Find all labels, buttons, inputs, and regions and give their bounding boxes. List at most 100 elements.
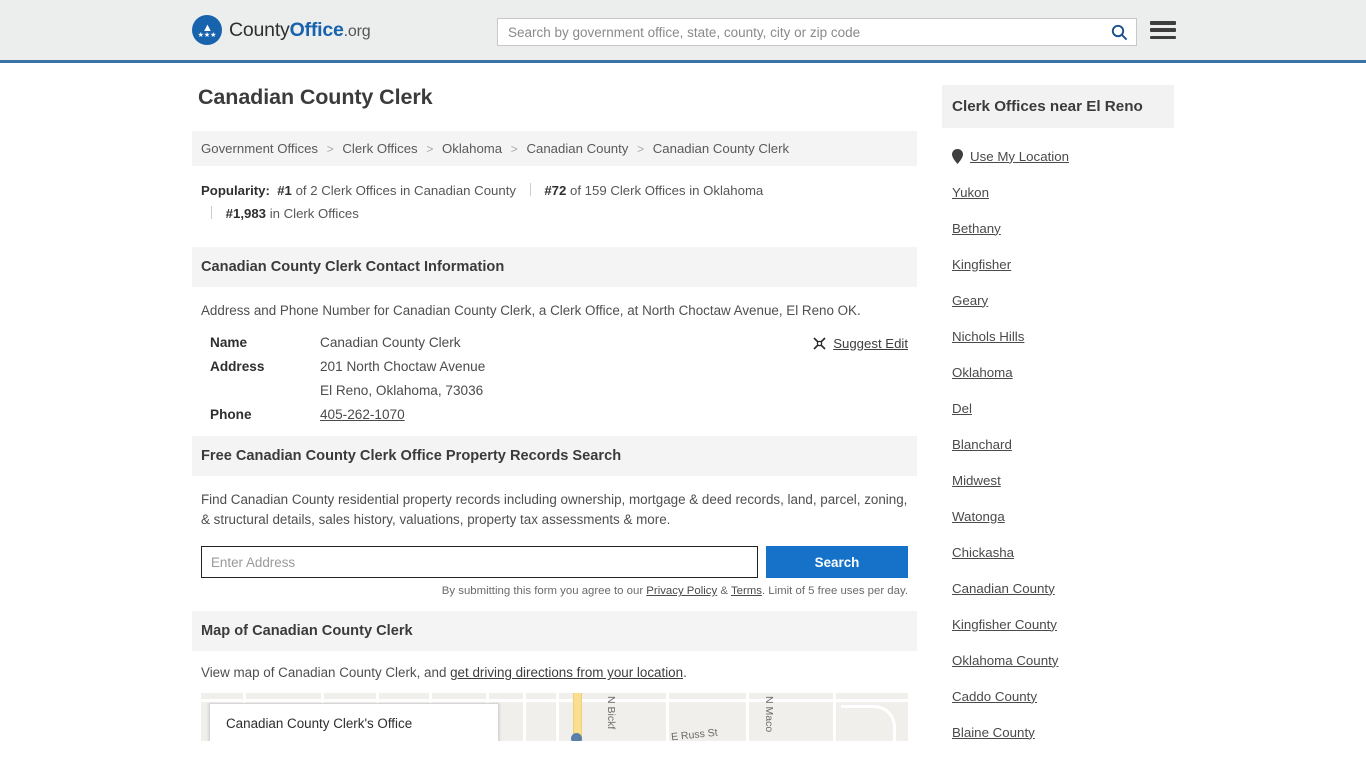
sidebar-item-blaine-county[interactable]: Blaine County (952, 714, 1174, 750)
global-search-bar[interactable] (497, 18, 1137, 46)
address-input[interactable] (201, 546, 758, 578)
sidebar-item-yukon[interactable]: Yukon (952, 174, 1174, 210)
contact-label-name: Name (210, 335, 248, 350)
contact-label-address: Address (210, 359, 265, 374)
breadcrumb-item-2[interactable]: Oklahoma (442, 141, 502, 156)
sidebar-item-watonga[interactable]: Watonga (952, 498, 1174, 534)
sidebar-link[interactable]: Oklahoma County (952, 653, 1058, 668)
terms-link[interactable]: Terms (731, 585, 762, 597)
sidebar-link[interactable]: Yukon (952, 185, 989, 200)
privacy-policy-link[interactable]: Privacy Policy (646, 585, 717, 597)
disclaimer-text-post: . Limit of 5 free uses per day. (761, 585, 908, 597)
disclaimer-amp: & (717, 585, 731, 597)
sidebar-link[interactable]: Chickasha (952, 545, 1014, 560)
map-section-heading: Map of Canadian County Clerk (192, 611, 917, 651)
logo-text-office: Office (289, 18, 344, 41)
map-section-body: View map of Canadian County Clerk, and g… (192, 651, 917, 680)
breadcrumb-item-0[interactable]: Government Offices (201, 141, 318, 156)
sidebar-list: Use My Location Yukon Bethany Kingfisher… (942, 128, 1174, 750)
map-section-description: View map of Canadian County Clerk, and g… (201, 665, 908, 680)
contact-section-description: Address and Phone Number for Canadian Co… (201, 303, 861, 318)
sidebar-link[interactable]: Geary (952, 293, 988, 308)
popularity-rank-0: #1 (277, 183, 292, 198)
sidebar-item-geary[interactable]: Geary (952, 282, 1174, 318)
map-road-curve (841, 705, 896, 741)
breadcrumb-item-3[interactable]: Canadian County (526, 141, 628, 156)
logo-text-org: .org (343, 22, 371, 40)
sidebar-link[interactable]: Oklahoma (952, 365, 1013, 380)
popularity-label: Popularity: (201, 183, 270, 198)
logo-text: CountyOffice.org (229, 18, 371, 42)
map-road (523, 693, 526, 741)
popularity-text-2: in Clerk Offices (269, 206, 359, 221)
sidebar-item-del[interactable]: Del (952, 390, 1174, 426)
property-section-heading: Free Canadian County Clerk Office Proper… (192, 436, 917, 476)
sidebar-item-caddo-county[interactable]: Caddo County (952, 678, 1174, 714)
site-header: ▲ ★★★ CountyOffice.org (0, 0, 1366, 63)
property-section-body: Find Canadian County residential propert… (192, 476, 917, 530)
popularity-item-1: #72 of 159 Clerk Offices in Oklahoma (544, 183, 763, 198)
sidebar-link[interactable]: Canadian County (952, 581, 1055, 596)
contact-row-city: El Reno, Oklahoma, 73036 (210, 383, 908, 398)
sidebar-link[interactable]: Blanchard (952, 437, 1012, 452)
driving-directions-link[interactable]: get driving directions from your locatio… (450, 665, 683, 680)
map-canvas[interactable]: N Bickf N Maco E Russ St Canadian County… (201, 693, 908, 741)
sidebar-item-kingfisher[interactable]: Kingfisher (952, 246, 1174, 282)
page-container: Canadian County Clerk Government Offices… (0, 63, 1366, 750)
sidebar-link[interactable]: Del (952, 401, 972, 416)
sidebar-item-blanchard[interactable]: Blanchard (952, 426, 1174, 462)
sidebar-item-nichols-hills[interactable]: Nichols Hills (952, 318, 1174, 354)
breadcrumb-separator: > (426, 142, 434, 156)
logo-text-county: County (229, 18, 290, 41)
breadcrumb-item-4[interactable]: Canadian County Clerk (653, 141, 789, 156)
map-street-label-n-macomb: N Maco (763, 696, 775, 733)
map-info-card-title: Canadian County Clerk's Office (226, 715, 413, 731)
breadcrumb-item-1[interactable]: Clerk Offices (342, 141, 417, 156)
form-disclaimer: By submitting this form you agree to our… (192, 585, 917, 597)
search-icon[interactable] (1102, 19, 1136, 45)
sidebar-heading: Clerk Offices near El Reno (942, 85, 1174, 128)
property-section-description: Find Canadian County residential propert… (201, 492, 908, 527)
search-input[interactable] (498, 24, 1102, 40)
suggest-edit-button[interactable]: Suggest Edit (812, 336, 908, 351)
sidebar-item-canadian-county[interactable]: Canadian County (952, 570, 1174, 606)
property-search-button[interactable]: Search (766, 546, 908, 578)
sidebar-link[interactable]: Nichols Hills (952, 329, 1024, 344)
contact-value-street: 201 North Choctaw Avenue (320, 359, 486, 374)
map-road (666, 693, 669, 741)
sidebar-link[interactable]: Kingfisher County (952, 617, 1057, 632)
sidebar-item-kingfisher-county[interactable]: Kingfisher County (952, 606, 1174, 642)
sidebar-item-chickasha[interactable]: Chickasha (952, 534, 1174, 570)
sidebar-item-use-my-location[interactable]: Use My Location (952, 138, 1174, 174)
popularity-divider (529, 183, 531, 196)
sidebar-item-oklahoma[interactable]: Oklahoma (952, 354, 1174, 390)
hamburger-menu-icon[interactable] (1150, 19, 1176, 41)
contact-table: Suggest Edit Name Canadian County Clerk … (201, 335, 908, 422)
contact-row-phone: Phone 405-262-1070 (210, 407, 908, 422)
sidebar-item-oklahoma-county[interactable]: Oklahoma County (952, 642, 1174, 678)
site-logo[interactable]: ▲ ★★★ CountyOffice.org (192, 15, 371, 45)
map-road (201, 699, 908, 702)
sidebar-item-bethany[interactable]: Bethany (952, 210, 1174, 246)
property-search-form: Search (192, 546, 917, 578)
breadcrumb-separator: > (510, 142, 518, 156)
sidebar-link[interactable]: Bethany (952, 221, 1001, 236)
phone-link[interactable]: 405-262-1070 (320, 407, 405, 422)
sidebar: Clerk Offices near El Reno Use My Locati… (942, 85, 1174, 750)
sidebar-link[interactable]: Midwest (952, 473, 1001, 488)
map-location-marker[interactable] (571, 733, 582, 741)
page-title: Canadian County Clerk (198, 85, 433, 109)
suggest-edit-label: Suggest Edit (833, 336, 908, 351)
sidebar-link[interactable]: Watonga (952, 509, 1005, 524)
popularity-text-1: of 159 Clerk Offices in Oklahoma (570, 183, 764, 198)
map-desc-pre: View map of Canadian County Clerk, and (201, 665, 451, 680)
sidebar-link[interactable]: Blaine County (952, 725, 1035, 740)
sidebar-link[interactable]: Kingfisher (952, 257, 1011, 272)
sidebar-link[interactable]: Caddo County (952, 689, 1037, 704)
sidebar-item-midwest[interactable]: Midwest (952, 462, 1174, 498)
contact-row-name: Name Canadian County Clerk (210, 335, 908, 350)
breadcrumb-separator: > (326, 142, 334, 156)
use-my-location-link[interactable]: Use My Location (970, 149, 1069, 164)
map-street-label-e-russell: E Russ St (670, 726, 719, 741)
map-info-card[interactable]: Canadian County Clerk's Office (209, 703, 499, 741)
